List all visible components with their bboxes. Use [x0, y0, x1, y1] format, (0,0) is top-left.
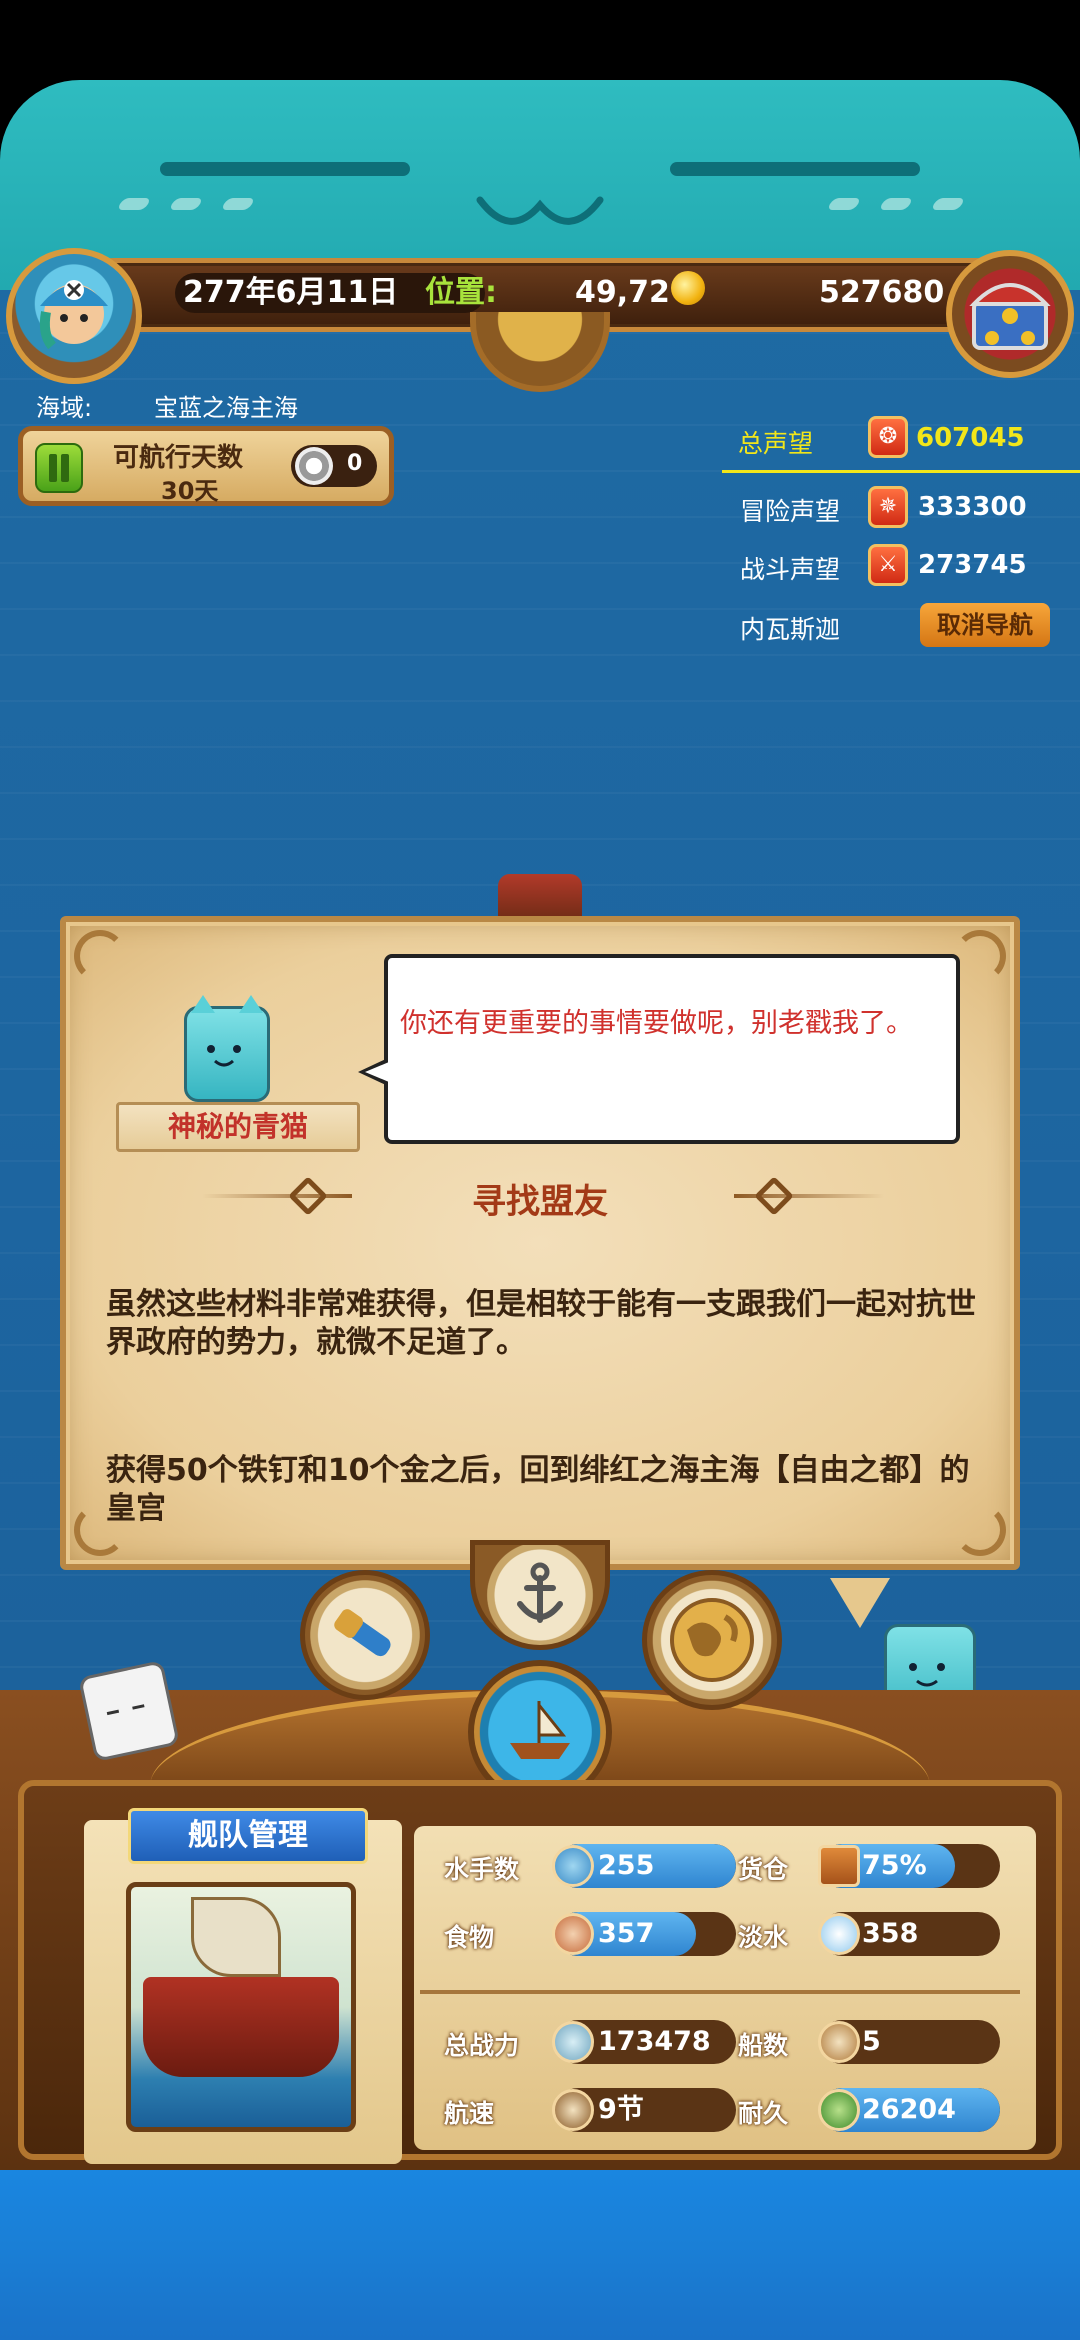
sailor-icon	[552, 1845, 594, 1887]
cat-eye-left	[160, 162, 410, 176]
cat-whisker	[878, 198, 914, 210]
ships-label: 船数	[738, 2031, 789, 2060]
cargo-crate-icon	[818, 1845, 860, 1887]
total-reputation-label: 总声望	[738, 429, 814, 458]
cat-mouth	[476, 196, 604, 225]
cat-whisker	[826, 198, 862, 210]
battle-reputation-label: 战斗声望	[740, 555, 841, 584]
position-label: 位置:	[425, 275, 497, 310]
date-text: 277年6月11日	[183, 275, 399, 310]
npc-name: 神秘的青猫	[116, 1102, 360, 1152]
cat-eye-right	[670, 162, 920, 176]
food-value: 357	[598, 1918, 655, 1949]
pause-button[interactable]	[35, 443, 83, 493]
food-label: 食物	[444, 1923, 495, 1952]
water-label: 淡水	[738, 1923, 789, 1952]
voyage-days-label: 可航行天数	[113, 443, 244, 473]
cancel-navigation-button[interactable]: 取消导航	[920, 603, 1050, 647]
gold-amount: 527680	[819, 275, 945, 310]
destination-name: 内瓦斯迦	[740, 615, 841, 644]
voyage-days-value: 30天	[161, 477, 219, 505]
quest-description: 虽然这些材料非常难获得，但是相较于能有一支跟我们一起对抗世界政府的势力，就微不足…	[106, 1287, 976, 1360]
ships-value: 5	[862, 2026, 881, 2057]
ship-cross-section-image[interactable]	[126, 1882, 356, 2132]
durability-label: 耐久	[738, 2099, 789, 2128]
meat-icon	[552, 1913, 594, 1955]
dialog-corner-ornament	[954, 930, 1006, 982]
cat-whisker	[116, 198, 152, 210]
ship-sail	[191, 1897, 281, 1977]
speed-label: 航速	[444, 2099, 495, 2128]
quest-goal: 获得50个铁钉和10个金之后，回到绯红之海主海【自由之都】的皇宫	[106, 1453, 970, 1526]
stats-divider	[420, 1990, 1020, 1994]
boat-icon	[818, 2021, 860, 2063]
fleet-management-button[interactable]: 舰队管理	[128, 1808, 368, 1864]
cat-whisker	[930, 198, 966, 210]
blue-cat-npc-icon	[184, 995, 270, 1102]
white-cat-icon[interactable]	[77, 1659, 181, 1763]
adventure-reputation-value: 333300	[918, 492, 1027, 522]
adventure-reputation-label: 冒险声望	[740, 497, 841, 526]
total-reputation-value: 607045	[916, 423, 1025, 453]
voyage-days-panel: 可航行天数 30天 0	[18, 426, 394, 506]
cat-whisker	[220, 198, 256, 210]
compass-count: 0	[347, 451, 363, 476]
globe-icon	[670, 1598, 754, 1682]
repair-icon	[818, 2089, 860, 2131]
compass-ring-icon	[295, 447, 333, 485]
cargo-label: 货仓	[738, 1855, 789, 1884]
bottom-water	[0, 2170, 1080, 2340]
cargo-value: 75%	[862, 1850, 927, 1881]
water-value: 358	[862, 1918, 919, 1949]
anchor-icon	[517, 1562, 563, 1623]
battle-reputation-icon: ⚔	[868, 544, 908, 586]
swordsman-icon	[552, 2021, 594, 2063]
gold-coin-icon	[671, 271, 705, 305]
reputation-divider	[722, 470, 1080, 473]
ship-icon	[510, 1700, 570, 1759]
sea-area-name: 宝蓝之海主海	[154, 394, 298, 422]
total-reputation-icon: ❂	[868, 416, 908, 458]
ship-hull	[143, 1977, 339, 2077]
battle-reputation-value: 273745	[918, 550, 1027, 580]
speech-bubble: 你还有更重要的事情要做呢，别老戳我了。	[358, 954, 960, 1144]
cat-whisker	[168, 198, 204, 210]
treasure-chest-icon[interactable]	[946, 250, 1074, 378]
quest-title: 寻找盟友	[472, 1182, 608, 1222]
water-jug-icon	[818, 1913, 860, 1955]
durability-value: 26204	[862, 2094, 956, 2125]
power-label: 总战力	[444, 2031, 520, 2060]
pirate-avatar-icon[interactable]	[6, 248, 142, 384]
dialog-corner-ornament	[74, 930, 126, 982]
sea-area-label: 海域:	[36, 394, 93, 422]
compass-counter[interactable]: 0	[291, 445, 377, 487]
sailors-value: 255	[598, 1850, 655, 1881]
spyglass-icon	[334, 1609, 391, 1657]
spyglass-button[interactable]	[300, 1570, 430, 1700]
adventure-reputation-icon: ✵	[868, 486, 908, 528]
dialog-tail	[830, 1578, 890, 1628]
world-map-button[interactable]	[642, 1570, 782, 1710]
sailors-label: 水手数	[444, 1855, 520, 1884]
speech-text: 你还有更重要的事情要做呢，别老戳我了。	[400, 1008, 913, 1039]
power-value: 173478	[598, 2026, 711, 2057]
position-value: 49,72	[575, 275, 670, 310]
speed-value: 9节	[598, 2094, 644, 2125]
sail-ship-icon	[552, 2089, 594, 2131]
quest-dialog[interactable]: 神秘的青猫 你还有更重要的事情要做呢，别老戳我了。 寻找盟友 虽然这些材料非常难…	[60, 916, 1020, 1570]
